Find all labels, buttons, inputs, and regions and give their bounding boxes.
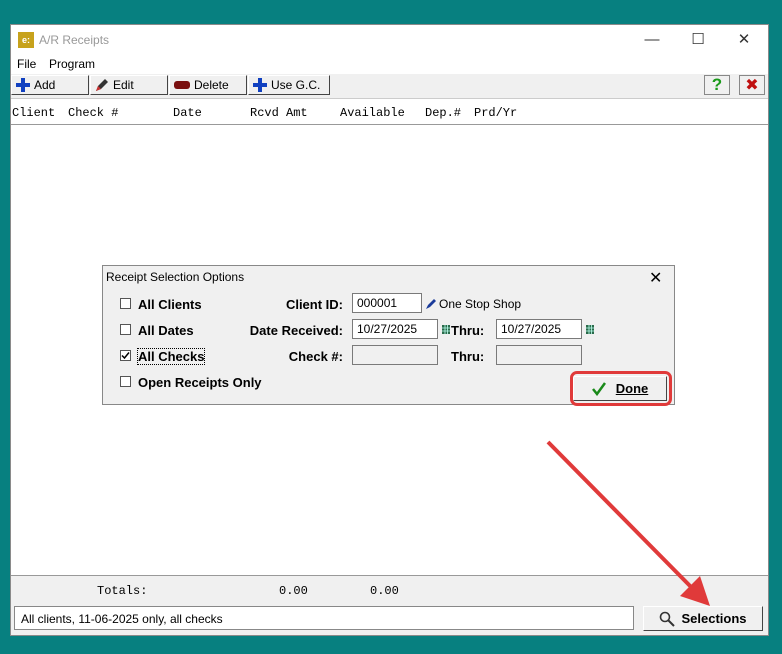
menu-bar: File Program: [11, 56, 768, 74]
client-name: One Stop Shop: [439, 297, 522, 311]
date-thru-input[interactable]: 10/27/2025: [496, 319, 582, 339]
red-x-icon: ✖: [745, 77, 759, 94]
col-check-no[interactable]: Check #: [68, 106, 118, 120]
plus-icon: [16, 78, 30, 92]
client-id-input[interactable]: 000001: [352, 293, 422, 313]
all-checks-checkbox[interactable]: [120, 350, 131, 361]
check-thru-label: Thru:: [451, 349, 485, 364]
menu-file[interactable]: File: [17, 57, 36, 71]
col-available[interactable]: Available: [340, 106, 405, 120]
open-receipts-checkbox[interactable]: [120, 376, 131, 387]
pencil-icon[interactable]: [426, 299, 436, 309]
plus-icon: [253, 78, 267, 92]
close-window-icon[interactable]: ✕: [721, 27, 767, 53]
red-arrow-annotation: [546, 440, 710, 606]
dialog-title: Receipt Selection Options: [106, 270, 245, 284]
calendar-icon[interactable]: [442, 325, 450, 334]
minimize-icon[interactable]: —: [629, 27, 675, 53]
done-highlight-box: [570, 371, 672, 406]
help-button[interactable]: ?: [704, 75, 730, 95]
totals-label: Totals:: [97, 584, 148, 598]
check-thru-input[interactable]: [496, 345, 582, 365]
eraser-icon: [174, 81, 190, 89]
add-label: Add: [34, 78, 56, 92]
col-dep-no[interactable]: Dep.#: [425, 106, 461, 120]
check-from-input[interactable]: [352, 345, 438, 365]
all-dates-checkbox[interactable]: [120, 324, 131, 335]
use-gc-button[interactable]: Use G.C.: [248, 75, 330, 95]
maximize-icon[interactable]: ☐: [675, 27, 721, 53]
use-gc-label: Use G.C.: [271, 78, 321, 92]
date-received-label: Date Received:: [249, 323, 343, 338]
title-bar: e: A/R Receipts — ☐ ✕: [11, 25, 768, 56]
totals-rcvd-amt: 0.00: [279, 584, 308, 598]
calendar-icon[interactable]: [586, 325, 594, 334]
all-clients-checkbox[interactable]: [120, 298, 131, 309]
delete-label: Delete: [194, 78, 229, 92]
pencil-icon: [96, 79, 108, 91]
date-from-input[interactable]: 10/27/2025: [352, 319, 438, 339]
help-icon: ?: [711, 75, 723, 94]
col-client[interactable]: Client: [12, 106, 55, 120]
edit-label: Edit: [113, 78, 134, 92]
all-clients-label[interactable]: All Clients: [138, 297, 202, 312]
column-header: Client Check # Date Rcvd Amt Available D…: [11, 99, 768, 125]
all-checks-label[interactable]: All Checks: [136, 348, 206, 365]
col-date[interactable]: Date: [173, 106, 202, 120]
exit-button[interactable]: ✖: [739, 75, 765, 95]
delete-button[interactable]: Delete: [169, 75, 247, 95]
status-text: All clients, 11-06-2025 only, all checks: [21, 612, 223, 626]
menu-program[interactable]: Program: [49, 57, 95, 71]
dialog-close-icon[interactable]: ✕: [649, 268, 662, 288]
window-title: A/R Receipts: [39, 33, 110, 47]
col-prd-yr[interactable]: Prd/Yr: [474, 106, 517, 120]
client-id-label: Client ID:: [285, 297, 343, 312]
checkmark-icon: [121, 352, 130, 360]
open-receipts-label[interactable]: Open Receipts Only: [138, 375, 262, 390]
app-icon: e:: [18, 32, 34, 48]
date-thru-label: Thru:: [451, 323, 485, 338]
add-button[interactable]: Add: [11, 75, 89, 95]
all-dates-label[interactable]: All Dates: [138, 323, 194, 338]
totals-available: 0.00: [370, 584, 399, 598]
edit-button[interactable]: Edit: [90, 75, 168, 95]
toolbar: Add Edit Delete Use G.C. ? ✖: [11, 74, 768, 99]
col-rcvd-amt[interactable]: Rcvd Amt: [250, 106, 308, 120]
check-no-label: Check #:: [288, 349, 343, 364]
